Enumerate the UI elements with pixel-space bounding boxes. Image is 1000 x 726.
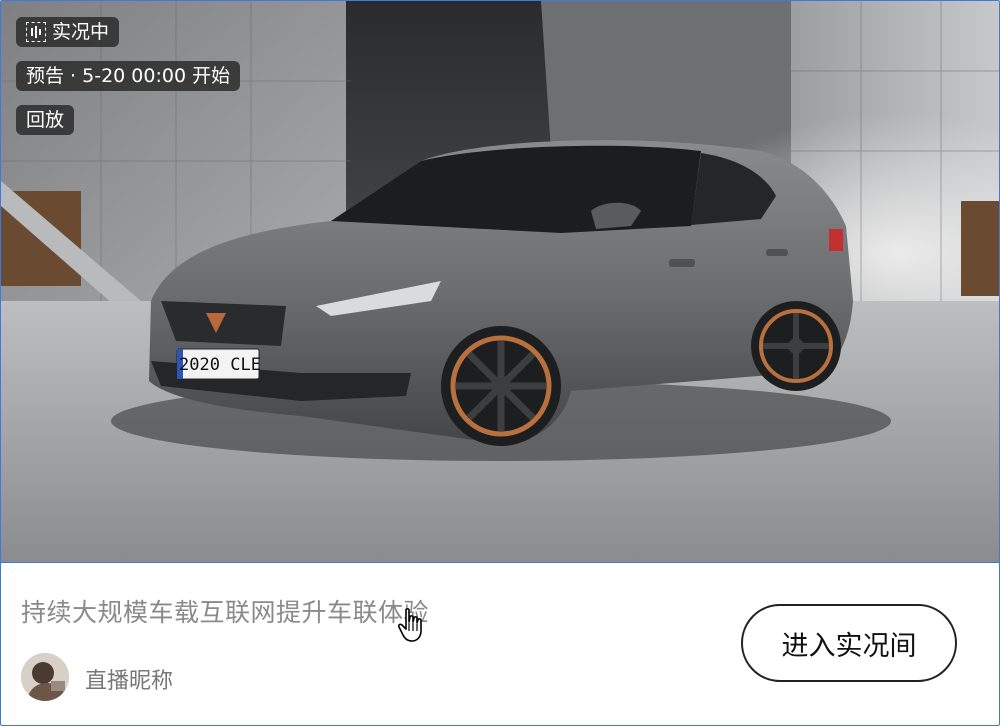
live-sound-icon bbox=[26, 22, 46, 42]
live-card[interactable]: 2020 CLE 实况中 预告 · 5-20 00:00 开始 回放 持续大规模… bbox=[0, 0, 1000, 726]
streamer-nickname[interactable]: 直播昵称 bbox=[85, 663, 173, 695]
preview-label: 预告 · 5-20 00:00 开始 bbox=[26, 65, 231, 87]
stream-title[interactable]: 持续大规模车载互联网提升车联体验 bbox=[21, 593, 429, 629]
replay-badge: 回放 bbox=[16, 105, 75, 135]
hand-pointer-icon bbox=[397, 608, 422, 642]
live-status-badge: 实况中 bbox=[16, 17, 120, 47]
car-cover-image[interactable]: 2020 CLE 实况中 预告 · 5-20 00:00 开始 回放 bbox=[1, 1, 999, 563]
replay-label: 回放 bbox=[26, 109, 65, 131]
live-status-label: 实况中 bbox=[52, 21, 110, 43]
preview-badge: 预告 · 5-20 00:00 开始 bbox=[16, 61, 241, 91]
enter-live-room-button[interactable]: 进入实况间 bbox=[741, 604, 957, 682]
avatar[interactable] bbox=[21, 653, 69, 701]
plate-text: 2020 CLE bbox=[179, 355, 261, 375]
